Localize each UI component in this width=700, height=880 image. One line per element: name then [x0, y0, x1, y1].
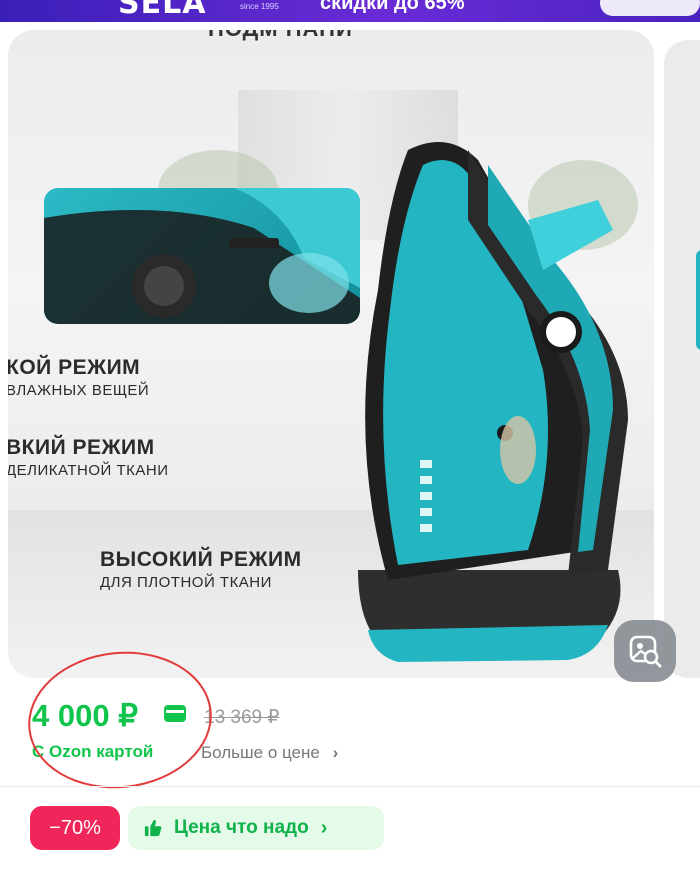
product-gallery[interactable]: ПОДМ ПАПИ КОЙ РЕЖИМ ВЛАЖНЫХ ВЕЩЕЙ ВКИЙ Р…	[0, 22, 700, 684]
good-price-badge[interactable]: Цена что надо ›	[128, 806, 384, 850]
next-image-preview	[696, 250, 700, 350]
iron-dial-illustration	[44, 188, 360, 324]
mode-title: ВКИЙ РЕЖИМ	[8, 436, 155, 459]
steam-iron-image	[358, 142, 628, 662]
mode-label-1: КОЙ РЕЖИМ ВЛАЖНЫХ ВЕЩЕЙ	[8, 356, 149, 399]
banner-logo: SELA	[118, 0, 207, 21]
iron-closeup-inset	[44, 188, 360, 324]
next-image-card[interactable]	[664, 40, 700, 678]
mode-label-2: ВКИЙ РЕЖИМ ДЕЛИКАТНОЙ ТКАНИ	[8, 436, 169, 479]
old-price: 13 369 ₽	[204, 707, 280, 728]
mode-label-3: ВЫСОКИЙ РЕЖИМ ДЛЯ ПЛОТНОЙ ТКАНИ	[100, 548, 302, 591]
mode-title: ВЫСОКИЙ РЕЖИМ	[100, 548, 302, 571]
good-price-label: Цена что надо	[174, 817, 309, 838]
mode-subtitle: ДЛЯ ПЛОТНОЙ ТКАНИ	[100, 574, 272, 591]
thumbs-up-icon	[144, 819, 162, 837]
mode-subtitle: ДЕЛИКАТНОЙ ТКАНИ	[8, 462, 169, 479]
image-search-icon	[629, 635, 662, 668]
more-about-price-link[interactable]: Больше о цене ›	[201, 743, 338, 763]
product-image-card[interactable]: ПОДМ ПАПИ КОЙ РЕЖИМ ВЛАЖНЫХ ВЕЩЕЙ ВКИЙ Р…	[8, 30, 654, 678]
current-price: 4 000 ₽	[32, 698, 138, 733]
card-icon	[164, 705, 186, 722]
image-heading: ПОДМ ПАПИ	[208, 30, 353, 42]
mode-subtitle: ВЛАЖНЫХ ВЕЩЕЙ	[8, 382, 150, 399]
image-search-button[interactable]	[614, 620, 676, 682]
banner-promo-text: скидки до 65%	[320, 0, 465, 14]
discount-badge: −70%	[30, 806, 120, 850]
ozon-card-label: С Ozon картой	[32, 742, 154, 761]
chevron-right-icon: ›	[332, 743, 339, 762]
chevron-right-icon: ›	[320, 816, 328, 839]
divider	[0, 786, 700, 787]
promo-banner[interactable]: SELA since 1995 скидки до 65%	[0, 0, 700, 22]
banner-button[interactable]	[600, 0, 700, 16]
more-about-price-label: Больше о цене	[201, 743, 320, 762]
mode-title: КОЙ РЕЖИМ	[8, 356, 141, 379]
banner-since: since 1995	[240, 2, 279, 11]
